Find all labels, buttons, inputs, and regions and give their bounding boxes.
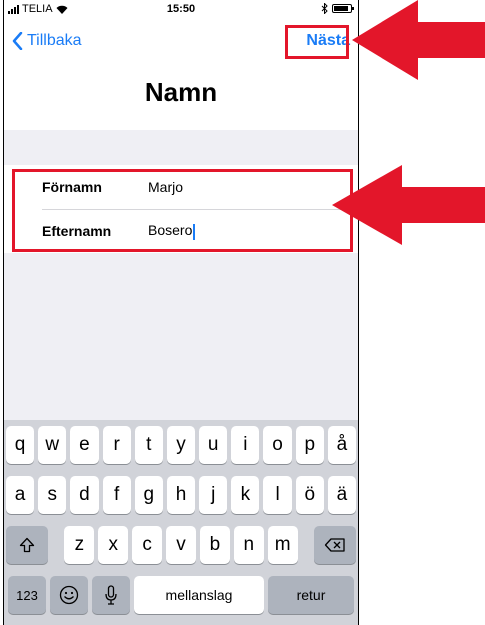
back-button[interactable]: Tillbaka: [12, 32, 82, 50]
key-ouml[interactable]: ö: [295, 476, 324, 514]
numbers-key[interactable]: 123: [8, 576, 46, 614]
key-i[interactable]: i: [231, 426, 260, 464]
keyboard-row-4: 123 mellanslag retur: [4, 576, 358, 614]
key-b[interactable]: b: [199, 526, 230, 564]
key-c[interactable]: c: [132, 526, 163, 564]
key-k[interactable]: k: [231, 476, 260, 514]
keyboard-row-1: q w e r t y u i o p å: [4, 426, 358, 464]
return-key[interactable]: retur: [268, 576, 354, 614]
phone-screen: TELIA 15:50 Tillbaka Nästa Namn Förnamn …: [3, 0, 359, 625]
form-highlight: [12, 169, 353, 252]
key-s[interactable]: s: [38, 476, 67, 514]
bluetooth-icon: [321, 3, 328, 14]
status-bar: TELIA 15:50: [4, 0, 358, 20]
shift-key[interactable]: [6, 526, 49, 564]
space-key[interactable]: mellanslag: [134, 576, 264, 614]
key-f[interactable]: f: [102, 476, 131, 514]
key-w[interactable]: w: [38, 426, 67, 464]
emoji-key[interactable]: [50, 576, 88, 614]
status-right: [321, 3, 354, 14]
arrow-left-icon: [332, 165, 485, 245]
next-button-highlight: [285, 25, 349, 59]
key-a[interactable]: a: [5, 476, 35, 514]
keyboard-row-3: z x c v b n m: [4, 526, 358, 564]
key-t[interactable]: t: [134, 426, 163, 464]
emoji-icon: [59, 585, 79, 605]
shift-icon: [20, 537, 35, 553]
back-label: Tillbaka: [27, 32, 82, 49]
key-h[interactable]: h: [166, 476, 196, 514]
key-d[interactable]: d: [70, 476, 99, 514]
key-o[interactable]: o: [263, 426, 292, 464]
key-auml[interactable]: ä: [327, 476, 357, 514]
key-g[interactable]: g: [134, 476, 163, 514]
key-u[interactable]: u: [199, 426, 228, 464]
key-m[interactable]: m: [267, 526, 298, 564]
keyboard: q w e r t y u i o p å a s d f g h j k l …: [4, 420, 358, 625]
chevron-left-icon: [12, 32, 23, 50]
microphone-key[interactable]: [92, 576, 130, 614]
status-time: 15:50: [166, 3, 196, 15]
backspace-icon: [324, 538, 345, 552]
key-z[interactable]: z: [64, 526, 95, 564]
key-v[interactable]: v: [166, 526, 196, 564]
page-title: Namn: [144, 77, 218, 107]
delete-key[interactable]: [313, 526, 356, 564]
key-j[interactable]: j: [199, 476, 228, 514]
key-e[interactable]: e: [70, 426, 99, 464]
battery-icon: [332, 4, 354, 13]
key-q[interactable]: q: [5, 426, 35, 464]
key-n[interactable]: n: [233, 526, 264, 564]
key-y[interactable]: y: [166, 426, 196, 464]
title-area: Namn: [4, 65, 358, 130]
key-x[interactable]: x: [98, 526, 129, 564]
key-p[interactable]: p: [295, 426, 324, 464]
microphone-icon: [105, 585, 117, 605]
key-aring[interactable]: å: [327, 426, 357, 464]
keyboard-row-2: a s d f g h j k l ö ä: [4, 476, 358, 514]
key-r[interactable]: r: [102, 426, 131, 464]
key-l[interactable]: l: [263, 476, 292, 514]
arrow-left-icon: [352, 0, 485, 80]
